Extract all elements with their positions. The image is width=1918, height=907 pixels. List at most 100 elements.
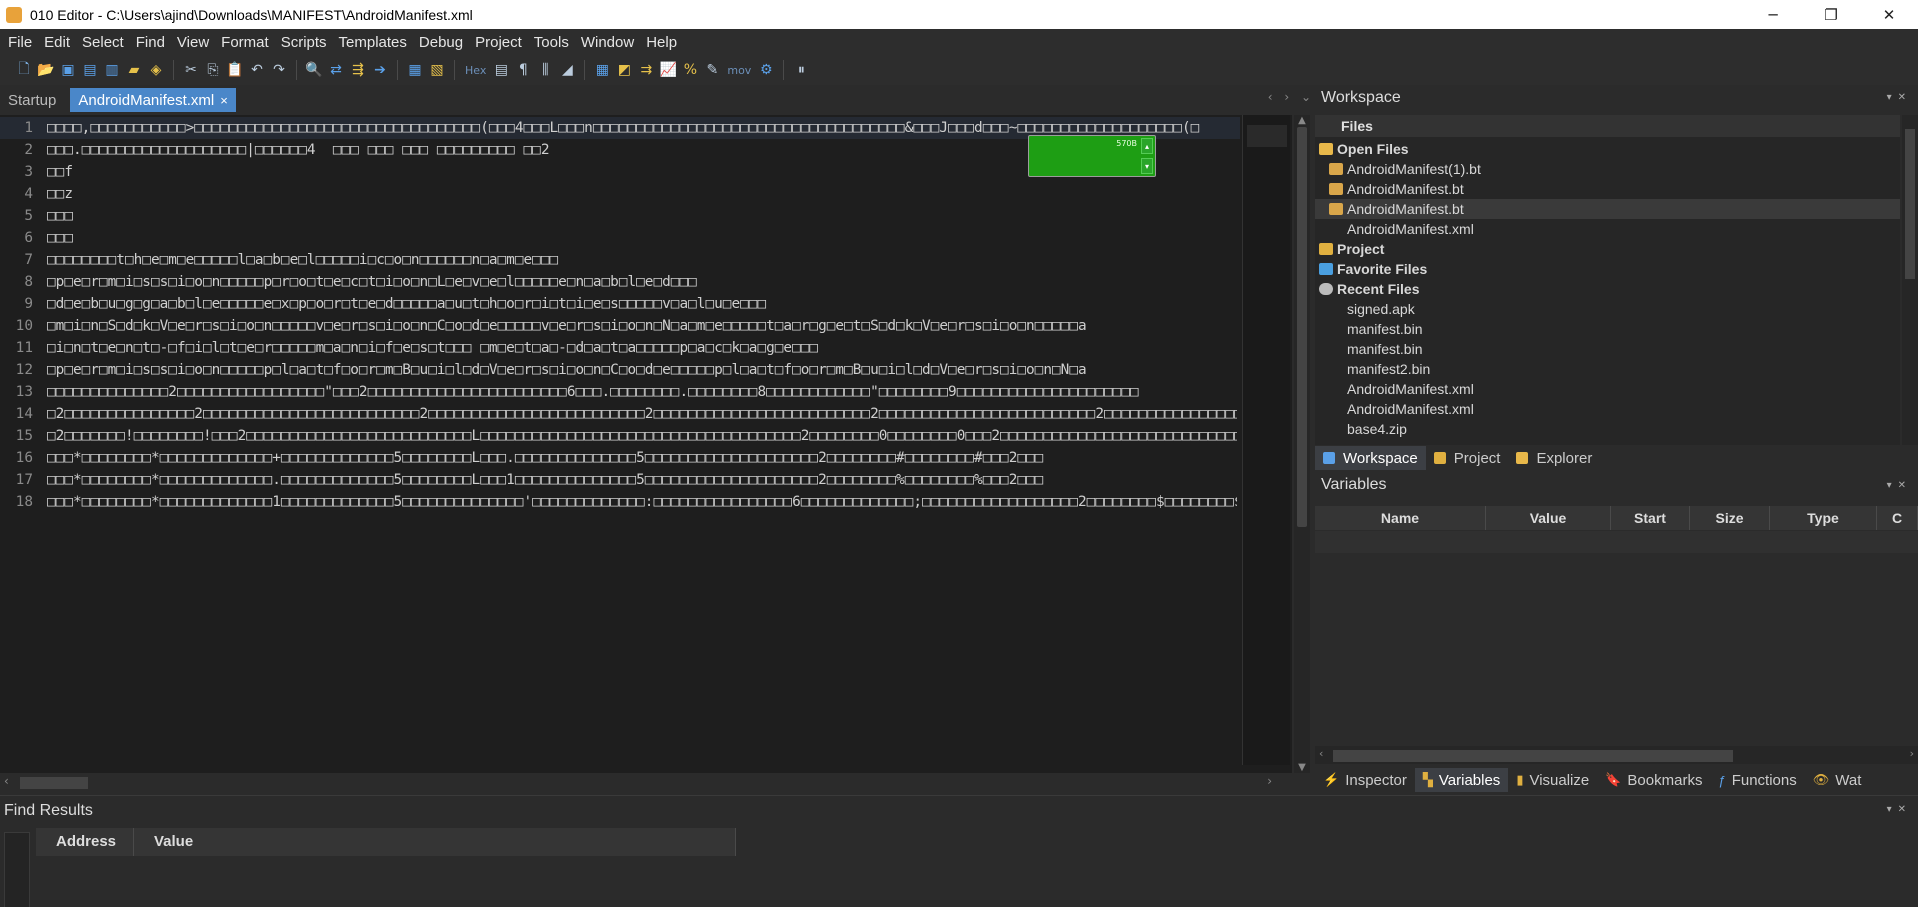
scrollbar-thumb[interactable] <box>1297 127 1307 527</box>
menu-templates[interactable]: Templates <box>333 34 413 51</box>
compare-icon[interactable]: ◩ <box>614 60 634 80</box>
tab-bookmarks[interactable]: 🔖 Bookmarks <box>1597 768 1710 792</box>
calculator-icon[interactable]: ▦ <box>592 60 612 80</box>
close-window-button[interactable]: ✕ <box>1860 0 1918 29</box>
menu-find[interactable]: Find <box>130 34 171 51</box>
tree-item[interactable]: manifest2.bin <box>1347 359 1430 379</box>
cut-icon[interactable]: ✂ <box>181 60 201 80</box>
tab-functions[interactable]: ƒ Functions <box>1710 768 1804 792</box>
scroll-down-icon[interactable]: ▼ <box>1294 762 1310 773</box>
tree-item[interactable]: signed.apk <box>1347 299 1415 319</box>
column-name[interactable]: Name <box>1315 506 1486 530</box>
paste-icon[interactable]: 📋 <box>225 60 245 80</box>
tree-item[interactable]: AndroidManifest.xml <box>1347 399 1474 419</box>
menu-help[interactable]: Help <box>640 34 683 51</box>
show-whitespace-icon[interactable]: ¶ <box>513 60 533 80</box>
column-color[interactable]: C <box>1877 506 1918 530</box>
save-as-icon[interactable]: ▤ <box>80 60 100 80</box>
tree-item[interactable]: AndroidManifest.xml <box>1347 219 1474 239</box>
scrollbar-thumb[interactable] <box>20 777 88 789</box>
floating-status-widget[interactable]: 570B ▴ ▾ <box>1028 135 1156 177</box>
tab-watch[interactable]: 👁 Wat <box>1805 768 1870 792</box>
column-value[interactable]: Value <box>134 828 736 856</box>
tools-icon[interactable]: ✎ <box>702 60 722 80</box>
menu-edit[interactable]: Edit <box>38 34 76 51</box>
minimap-viewport[interactable] <box>1247 125 1287 147</box>
histogram-icon[interactable]: 📈 <box>658 60 678 80</box>
column-size[interactable]: Size <box>1690 506 1770 530</box>
tree-group-favorite-files[interactable]: Favorite Files <box>1319 259 1427 279</box>
editor-horizontal-scrollbar[interactable]: ‹ › <box>0 773 1292 793</box>
tab-variables[interactable]: ▚ Variables <box>1414 768 1509 792</box>
restore-button[interactable]: ❐ <box>1802 0 1860 29</box>
tree-item-selected[interactable]: AndroidManifest.bt <box>1315 199 1900 219</box>
tree-group-project[interactable]: Project <box>1319 239 1384 259</box>
save-icon[interactable]: ▣ <box>58 60 78 80</box>
percent-icon[interactable]: % <box>680 60 700 80</box>
open-folder-icon[interactable]: ▰ <box>124 60 144 80</box>
checksum-icon[interactable]: ⇉ <box>636 60 656 80</box>
scroll-left-icon[interactable]: ‹ <box>1319 747 1323 760</box>
columns-icon[interactable]: ⫼ <box>535 60 555 80</box>
tree-group-open-files[interactable]: Open Files <box>1319 139 1409 159</box>
minimize-button[interactable]: ─ <box>1744 0 1802 29</box>
menu-view[interactable]: View <box>171 34 215 51</box>
disassembler-toggle[interactable]: mov <box>724 64 754 77</box>
text-mode-icon[interactable]: ▤ <box>491 60 511 80</box>
menu-debug[interactable]: Debug <box>413 34 469 51</box>
pause-icon[interactable]: ⏸ <box>791 60 811 80</box>
scrollbar-thumb[interactable] <box>1905 129 1915 279</box>
panel-controls[interactable]: ▾✕ <box>1887 92 1912 103</box>
widget-expand-icon[interactable]: ▴ <box>1141 138 1153 154</box>
text-editor[interactable]: 1 □□□□,□□□□□□□□□□□>□□□□□□□□□□□□□□□□□□□□□□… <box>0 115 1292 773</box>
tab-inspector[interactable]: ⚡ Inspector <box>1315 768 1415 792</box>
scrollbar-thumb[interactable] <box>1333 750 1733 762</box>
tree-group-recent-files[interactable]: Recent Files <box>1319 279 1419 299</box>
run-template-icon[interactable]: ▧ <box>427 60 447 80</box>
column-type[interactable]: Type <box>1770 506 1877 530</box>
tree-item[interactable]: manifest.bin <box>1347 339 1422 359</box>
tab-navigation[interactable]: ‹ › ⌄ <box>1268 90 1315 104</box>
open-file-icon[interactable]: 📂 <box>36 60 56 80</box>
goto-icon[interactable]: ➔ <box>370 60 390 80</box>
column-address[interactable]: Address <box>36 828 134 856</box>
highlight-icon[interactable]: ◢ <box>557 60 577 80</box>
find-icon[interactable]: 🔍 <box>304 60 324 80</box>
tab-explorer[interactable]: Explorer <box>1508 446 1600 470</box>
menu-project[interactable]: Project <box>469 34 528 51</box>
column-value[interactable]: Value <box>1486 506 1611 530</box>
redo-icon[interactable]: ↷ <box>269 60 289 80</box>
tab-startup[interactable]: Startup <box>0 88 64 112</box>
template-icon[interactable]: ▦ <box>405 60 425 80</box>
new-file-icon[interactable]: 🗋 <box>14 60 34 80</box>
tree-item[interactable]: manifest.bin <box>1347 319 1422 339</box>
menu-file[interactable]: File <box>2 34 38 51</box>
scroll-left-icon[interactable]: ‹ <box>4 774 9 788</box>
scripts-icon[interactable]: ⚙ <box>756 60 776 80</box>
tree-item[interactable]: AndroidManifest.bt <box>1329 179 1464 199</box>
undo-icon[interactable]: ↶ <box>247 60 267 80</box>
variables-horizontal-scrollbar[interactable]: ‹ › <box>1315 746 1918 764</box>
minimap[interactable] <box>1242 115 1290 765</box>
tab-workspace[interactable]: Workspace <box>1315 446 1426 470</box>
tab-androidmanifest-xml[interactable]: AndroidManifest.xml × <box>70 88 236 112</box>
save-all-icon[interactable]: ▥ <box>102 60 122 80</box>
menu-tools[interactable]: Tools <box>528 34 575 51</box>
tree-item[interactable]: base4.zip <box>1347 419 1407 439</box>
close-tab-icon[interactable]: × <box>220 93 228 108</box>
menu-select[interactable]: Select <box>76 34 130 51</box>
copy-icon[interactable]: ⎘ <box>203 60 223 80</box>
scroll-right-icon[interactable]: › <box>1910 747 1914 760</box>
panel-controls[interactable]: ▾✕ <box>1887 804 1912 815</box>
files-scrollbar[interactable] <box>1902 115 1918 445</box>
menu-window[interactable]: Window <box>575 34 640 51</box>
scroll-right-icon[interactable]: › <box>1267 774 1272 788</box>
menu-scripts[interactable]: Scripts <box>275 34 333 51</box>
menu-format[interactable]: Format <box>215 34 275 51</box>
scroll-up-icon[interactable]: ▲ <box>1294 115 1310 126</box>
column-start[interactable]: Start <box>1611 506 1690 530</box>
hex-toggle[interactable]: Hex <box>462 64 489 77</box>
panel-controls[interactable]: ▾✕ <box>1887 480 1912 491</box>
tab-visualize[interactable]: ▮ Visualize <box>1508 768 1597 792</box>
tree-item[interactable]: AndroidManifest.xml <box>1347 379 1474 399</box>
